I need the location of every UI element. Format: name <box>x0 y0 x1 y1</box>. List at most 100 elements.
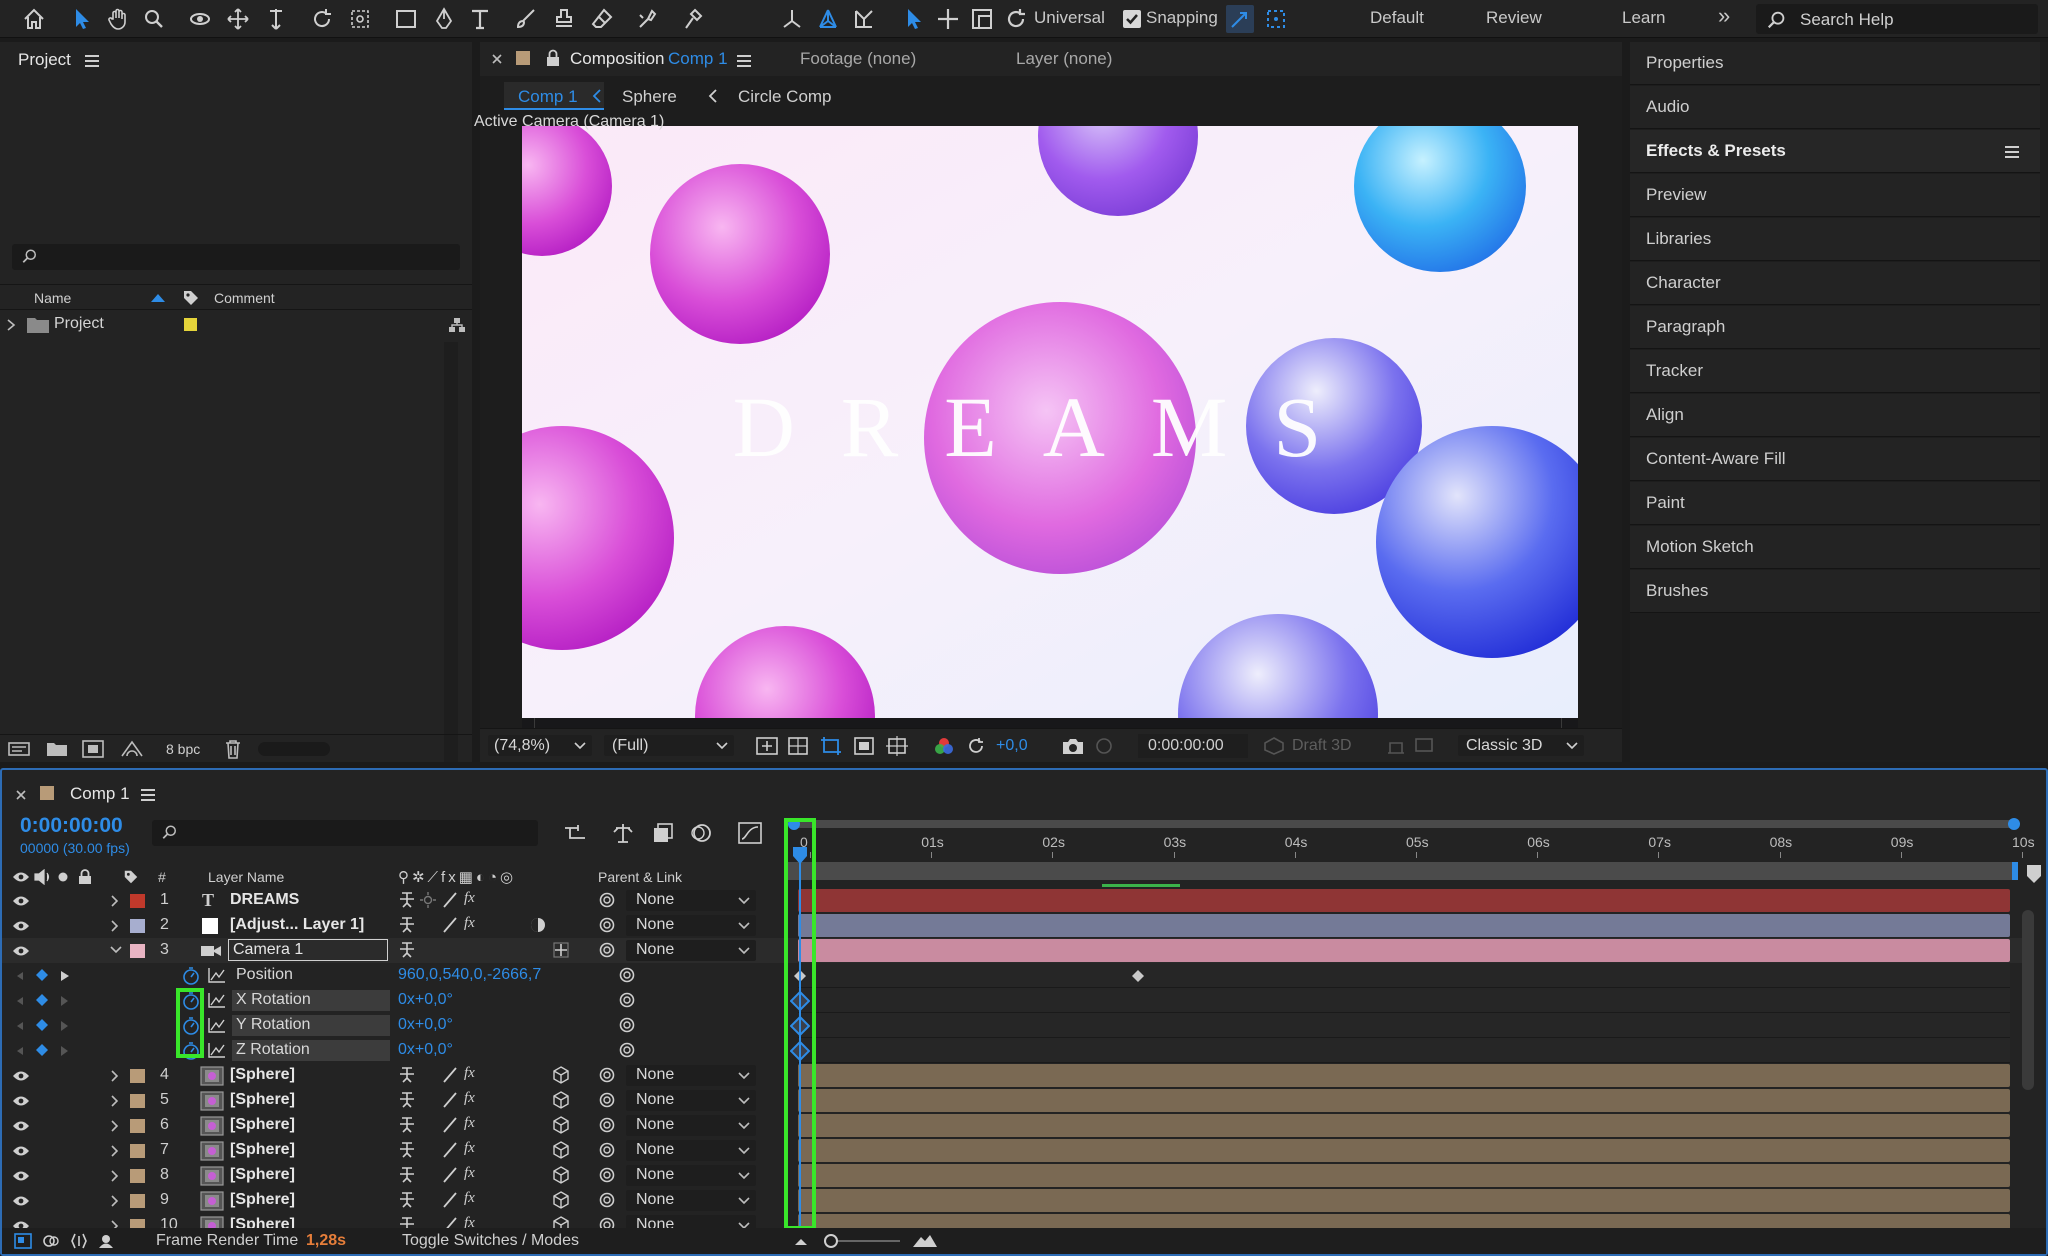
eye-icon[interactable] <box>12 1120 30 1132</box>
rectangle-tool-icon[interactable] <box>392 5 420 33</box>
layer-duration-bar[interactable] <box>798 889 2010 912</box>
next-keyframe-icon[interactable] <box>60 1045 70 1057</box>
chevron-right-icon[interactable] <box>6 319 16 331</box>
3d-layer-switch-icon[interactable] <box>552 1191 570 1209</box>
chevron-right-icon[interactable] <box>110 1095 122 1107</box>
clone-stamp-tool-icon[interactable] <box>550 5 578 33</box>
anchor-point-tool-icon[interactable] <box>346 5 374 33</box>
universal-label[interactable]: Universal <box>1034 8 1105 28</box>
breadcrumb-circle-comp[interactable]: Circle Comp <box>738 87 832 107</box>
motion-blur-icon[interactable] <box>690 822 712 844</box>
adjustment-layer-switch-icon[interactable] <box>530 917 546 933</box>
layer-label-swatch[interactable] <box>130 894 145 908</box>
layer-name[interactable]: DREAMS <box>230 891 299 909</box>
render-lights-icon[interactable] <box>1414 737 1434 755</box>
layer-name[interactable]: [Adjust... Layer 1] <box>230 916 364 934</box>
next-keyframe-icon[interactable] <box>60 1020 70 1032</box>
hand-tool-icon[interactable] <box>104 5 132 33</box>
panel-content-aware-fill[interactable]: Content-Aware Fill <box>1630 438 2040 481</box>
exposure-value[interactable]: +0,0 <box>996 737 1028 755</box>
shy-switch-icon[interactable] <box>398 941 416 959</box>
layer-search-input[interactable] <box>152 820 538 846</box>
quality-switch-icon[interactable] <box>442 1142 458 1158</box>
timeline-zoom-slider[interactable] <box>824 1234 900 1248</box>
expression-pick-whip-icon[interactable] <box>618 1016 636 1034</box>
orbit-camera-tool-icon[interactable] <box>186 5 214 33</box>
shy-switch-icon[interactable] <box>398 1066 416 1084</box>
roto-brush-tool-icon[interactable] <box>634 5 662 33</box>
quality-switch-icon[interactable] <box>442 1092 458 1108</box>
layer-duration-bar[interactable] <box>798 1214 2010 1228</box>
stopwatch-icon[interactable] <box>182 966 200 986</box>
layer-label-swatch[interactable] <box>130 919 145 933</box>
audio-icon[interactable] <box>34 869 52 885</box>
region-of-interest-icon[interactable] <box>820 736 842 756</box>
workspace-default[interactable]: Default <box>1370 8 1424 28</box>
flowchart-icon[interactable] <box>448 317 466 333</box>
effects-switch-icon[interactable]: fx <box>464 1065 475 1082</box>
panel-paint[interactable]: Paint <box>1630 482 2040 525</box>
3d-layer-switch-icon[interactable] <box>552 1141 570 1159</box>
layer-name[interactable]: [Sphere] <box>230 1116 295 1134</box>
new-folder-icon[interactable] <box>46 741 68 757</box>
project-search-input[interactable] <box>12 244 460 270</box>
layer-label-swatch[interactable] <box>130 1119 145 1133</box>
effects-switch-icon[interactable]: fx <box>464 1165 475 1182</box>
panel-audio[interactable]: Audio <box>1630 86 2040 129</box>
graph-icon[interactable] <box>208 967 226 983</box>
time-ruler[interactable]: 0 01s 02s 03s 04s 05s 06s 07s 08s 09s 10s <box>788 834 2035 858</box>
parent-pick-whip-icon[interactable] <box>598 1116 616 1134</box>
expression-pick-whip-icon[interactable] <box>618 1041 636 1059</box>
layer-row[interactable]: 5 [Sphere] fx None <box>2 1088 2032 1113</box>
keyframe-navigator-icon[interactable] <box>36 969 48 981</box>
breadcrumb-comp1[interactable]: Comp 1 <box>504 82 604 110</box>
comp-marker-bin-icon[interactable] <box>2026 864 2042 884</box>
zoom-out-icon[interactable] <box>794 1236 808 1246</box>
effects-switch-icon[interactable]: fx <box>464 1215 475 1228</box>
eye-icon[interactable] <box>12 895 30 907</box>
effects-switch-icon[interactable]: fx <box>464 890 475 907</box>
home-icon[interactable] <box>20 5 48 33</box>
breadcrumb-sphere[interactable]: Sphere <box>622 87 677 107</box>
property-row[interactable]: Z Rotation 0x+0,0° <box>2 1038 2032 1063</box>
panel-brushes[interactable]: Brushes <box>1630 570 2040 613</box>
panel-effects-presets[interactable]: Effects & Presets <box>1630 130 2040 173</box>
layer-row[interactable]: 4 [Sphere] fx None <box>2 1063 2032 1088</box>
current-time-display[interactable]: 0:00:00:00 <box>20 814 123 838</box>
layer-duration-bar[interactable] <box>798 1114 2010 1137</box>
layer-duration-bar[interactable] <box>798 939 2010 962</box>
parent-pick-whip-icon[interactable] <box>598 941 616 959</box>
chevron-right-icon[interactable] <box>110 920 122 932</box>
close-icon[interactable] <box>16 790 26 800</box>
parent-dropdown[interactable]: None <box>626 890 756 911</box>
chevron-right-icon[interactable] <box>110 1120 122 1132</box>
parent-link-column-header[interactable]: Parent & Link <box>598 869 682 885</box>
rotate-gizmo-icon[interactable] <box>1002 5 1030 33</box>
previous-keyframe-icon[interactable] <box>16 1021 24 1031</box>
property-row[interactable]: Position 960,0,540,0,-2666,7 <box>2 963 2032 988</box>
quality-switch-icon[interactable] <box>442 1167 458 1183</box>
work-area-bar[interactable] <box>788 862 2018 880</box>
zoom-tool-icon[interactable] <box>140 5 168 33</box>
property-value[interactable]: 0x+0,0° <box>398 1016 453 1034</box>
bit-depth-button[interactable]: 8 bpc <box>166 741 200 757</box>
layer-label-swatch[interactable] <box>130 1094 145 1108</box>
project-panel-title[interactable]: Project <box>18 50 71 70</box>
parent-pick-whip-icon[interactable] <box>598 916 616 934</box>
keyframe-navigator-icon[interactable] <box>36 994 48 1006</box>
lock-icon[interactable] <box>546 49 560 67</box>
snapping-label[interactable]: Snapping <box>1146 8 1218 28</box>
transparency-grid-icon[interactable] <box>788 737 808 755</box>
eye-icon[interactable] <box>12 1070 30 1082</box>
quality-switch-icon[interactable] <box>442 1117 458 1133</box>
layer-name[interactable]: [Sphere] <box>230 1141 295 1159</box>
layer-label-swatch[interactable] <box>130 1069 145 1083</box>
eraser-tool-icon[interactable] <box>588 5 616 33</box>
previous-keyframe-icon[interactable] <box>16 1046 24 1056</box>
adjust-project-settings-icon[interactable] <box>120 740 144 758</box>
panel-motion-sketch[interactable]: Motion Sketch <box>1630 526 2040 569</box>
panel-character[interactable]: Character <box>1630 262 2040 305</box>
snapping-checkbox[interactable] <box>1118 5 1146 33</box>
quality-switch-icon[interactable] <box>442 917 458 933</box>
layer-name[interactable]: [Sphere] <box>230 1166 295 1184</box>
